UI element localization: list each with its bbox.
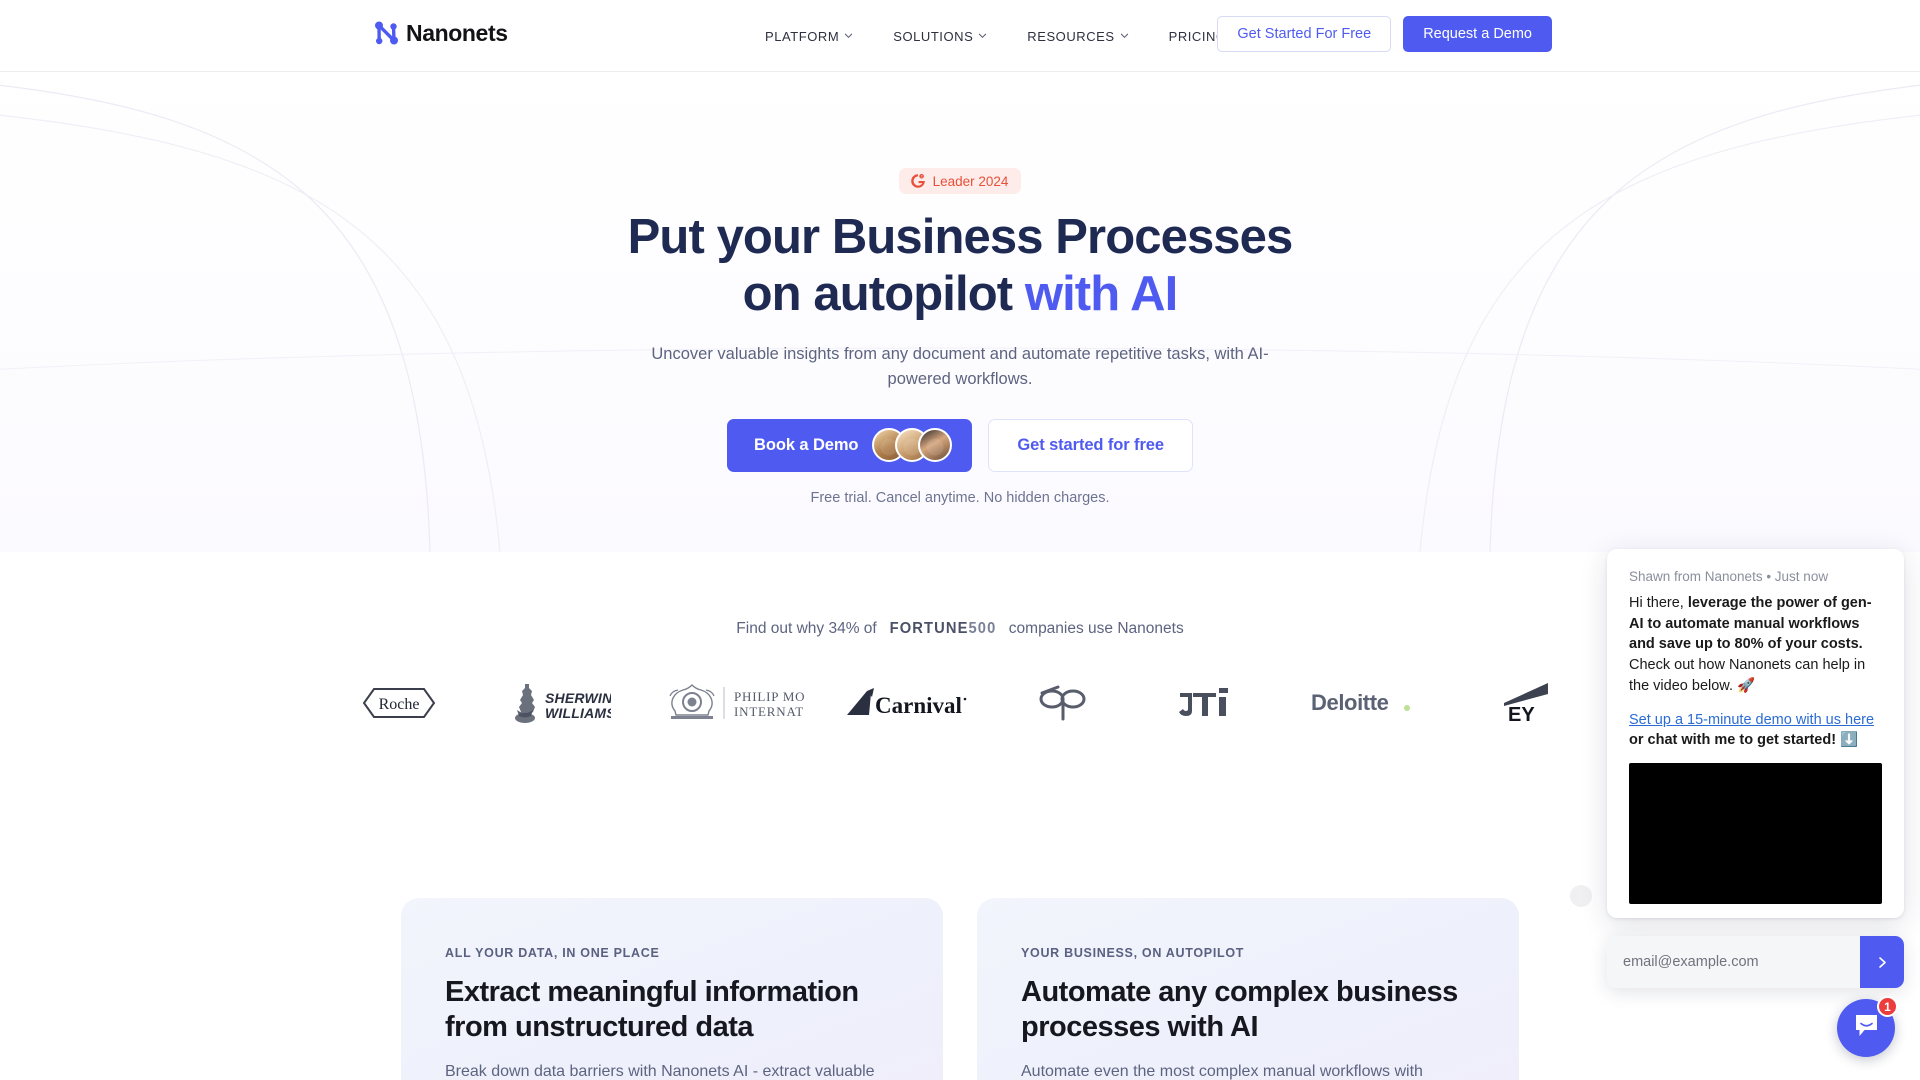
chevron-down-icon: [1120, 31, 1129, 40]
messenger-video-embed[interactable]: [1629, 763, 1882, 905]
book-a-demo-button[interactable]: Book a Demo: [727, 418, 973, 472]
avatar: [918, 428, 953, 463]
messenger-body: Shawn from Nanonets • Just now Hi there,…: [1607, 549, 1904, 918]
svg-text:WILLIAMS.: WILLIAMS.: [545, 705, 611, 721]
deloitte-logo: Deloitte: [1288, 672, 1438, 734]
hero-title-line-2: on autopilot: [742, 267, 1025, 322]
fortune-number: 500: [968, 620, 997, 637]
messenger-composer: [1607, 936, 1904, 988]
hero-title-accent: with AI: [1024, 267, 1178, 322]
svg-text:INTERNATIONAL: INTERNATIONAL: [734, 704, 804, 719]
intercom-launcher-button[interactable]: 1: [1837, 996, 1898, 1057]
svg-text:Carnival: Carnival: [875, 693, 962, 718]
messenger-message: Hi there, leverage the power of gen-AI t…: [1629, 593, 1882, 697]
g2-badge-label: Leader 2024: [932, 173, 1009, 189]
card-body: Automate even the most complex manual wo…: [1021, 1062, 1423, 1080]
svg-text:PHILIP MORRIS: PHILIP MORRIS: [734, 689, 804, 704]
nanonets-logo-text: Nanonets: [406, 19, 508, 46]
get-started-for-free-button[interactable]: Get Started For Free: [1217, 16, 1392, 52]
nav-label: PLATFORM: [765, 28, 840, 44]
svg-text:SHERWIN: SHERWIN: [545, 690, 611, 706]
jti-logo: [1146, 672, 1264, 734]
fortune-prefix: Find out why 34% of: [736, 620, 877, 637]
svg-text:Roche: Roche: [379, 696, 420, 713]
ap-logo: [1004, 672, 1122, 734]
chevron-down-icon: [978, 31, 987, 40]
page-root: Nanonets PLATFORM SOLUTIONS RESOURCES PR…: [0, 0, 1920, 1080]
nanonets-logo[interactable]: Nanonets: [374, 19, 508, 47]
email-input[interactable]: [1607, 954, 1860, 970]
hero-subtitle: Uncover valuable insights from any docum…: [651, 344, 1269, 389]
fortune-suffix: companies use Nanonets: [1008, 620, 1184, 637]
carousel-handle[interactable]: [1570, 885, 1592, 907]
site-header: Nanonets PLATFORM SOLUTIONS RESOURCES PR…: [0, 0, 1920, 72]
svg-text:2: 2: [920, 174, 922, 178]
intercom-chat-icon: [1852, 1011, 1881, 1045]
hero-fineprint: Free trial. Cancel anytime. No hidden ch…: [810, 489, 1110, 506]
intercom-messenger-card: Shawn from Nanonets • Just now Hi there,…: [1607, 549, 1904, 919]
card-eyebrow: YOUR BUSINESS, ON AUTOPILOT: [1021, 946, 1245, 960]
carnival-logo: Carnival: [830, 672, 980, 734]
hero-title: Put your Business Processes on autopilot…: [0, 209, 1920, 324]
message-part-1: Hi there,: [1629, 595, 1688, 611]
svg-text:Deloitte: Deloitte: [1311, 690, 1389, 715]
avatar-group: [872, 428, 953, 463]
chevron-right-icon: [1876, 956, 1889, 969]
nav-item-resources[interactable]: RESOURCES: [1007, 0, 1148, 72]
philip-morris-international-logo: PHILIP MORRIS INTERNATIONAL: [656, 672, 806, 734]
roche-logo: Roche: [340, 672, 458, 734]
hero-content: 2 Leader 2024 Put your Business Processe…: [0, 72, 1920, 506]
card-body: Break down data barriers with Nanonets A…: [445, 1062, 875, 1080]
card-title: Automate any complex business processes …: [1021, 976, 1458, 1044]
message-part-2: Check out how Nanonets can help in the v…: [1629, 657, 1866, 694]
ey-logo: EY: [1462, 672, 1580, 734]
nav-label: SOLUTIONS: [893, 28, 974, 44]
g2-leader-badge[interactable]: 2 Leader 2024: [898, 168, 1022, 194]
card-title: Extract meaningful information from unst…: [445, 976, 859, 1044]
request-a-demo-button[interactable]: Request a Demo: [1403, 16, 1552, 52]
card-eyebrow: ALL YOUR DATA, IN ONE PLACE: [445, 946, 660, 960]
hero-section: 2 Leader 2024 Put your Business Processe…: [0, 72, 1920, 552]
svg-text:EY: EY: [1508, 704, 1535, 725]
feature-card-extract: ALL YOUR DATA, IN ONE PLACE Extract mean…: [401, 898, 943, 1080]
fortune-500-line: Find out why 34% of FORTUNE500 companies…: [736, 620, 1183, 638]
setup-demo-link[interactable]: Set up a 15-minute demo with us here: [1629, 710, 1882, 731]
feature-cards: ALL YOUR DATA, IN ONE PLACE Extract mean…: [0, 898, 1920, 1080]
nanonets-logo-icon: [374, 19, 399, 47]
g2-logo-icon: 2: [910, 173, 926, 189]
header-actions: Get Started For Free Request a Demo: [1217, 16, 1552, 52]
sherwin-williams-logo: SHERWIN WILLIAMS.: [482, 672, 632, 734]
nav-item-platform[interactable]: PLATFORM: [745, 0, 873, 72]
feature-card-automate: YOUR BUSINESS, ON AUTOPILOT Automate any…: [977, 898, 1519, 1080]
hero-cta-row: Book a Demo Get started for free: [0, 418, 1920, 472]
chevron-down-icon: [844, 31, 853, 40]
get-started-for-free-hero-button[interactable]: Get started for free: [988, 418, 1193, 472]
launcher-unread-badge: 1: [1877, 996, 1898, 1017]
messenger-sender-meta: Shawn from Nanonets • Just now: [1629, 569, 1829, 584]
main-nav: PLATFORM SOLUTIONS RESOURCES PRICING: [745, 0, 1247, 72]
messenger-chat-prompt: or chat with me to get started! ⬇️: [1629, 732, 1859, 749]
hero-title-line-1: Put your Business Processes: [627, 210, 1294, 264]
fortune-500-wordmark: FORTUNE500: [889, 620, 996, 638]
book-a-demo-label: Book a Demo: [754, 435, 859, 454]
nav-label: RESOURCES: [1027, 28, 1115, 44]
nav-item-solutions[interactable]: SOLUTIONS: [873, 0, 1007, 72]
send-button[interactable]: [1860, 936, 1904, 988]
fortune-word: FORTUNE: [889, 620, 969, 637]
